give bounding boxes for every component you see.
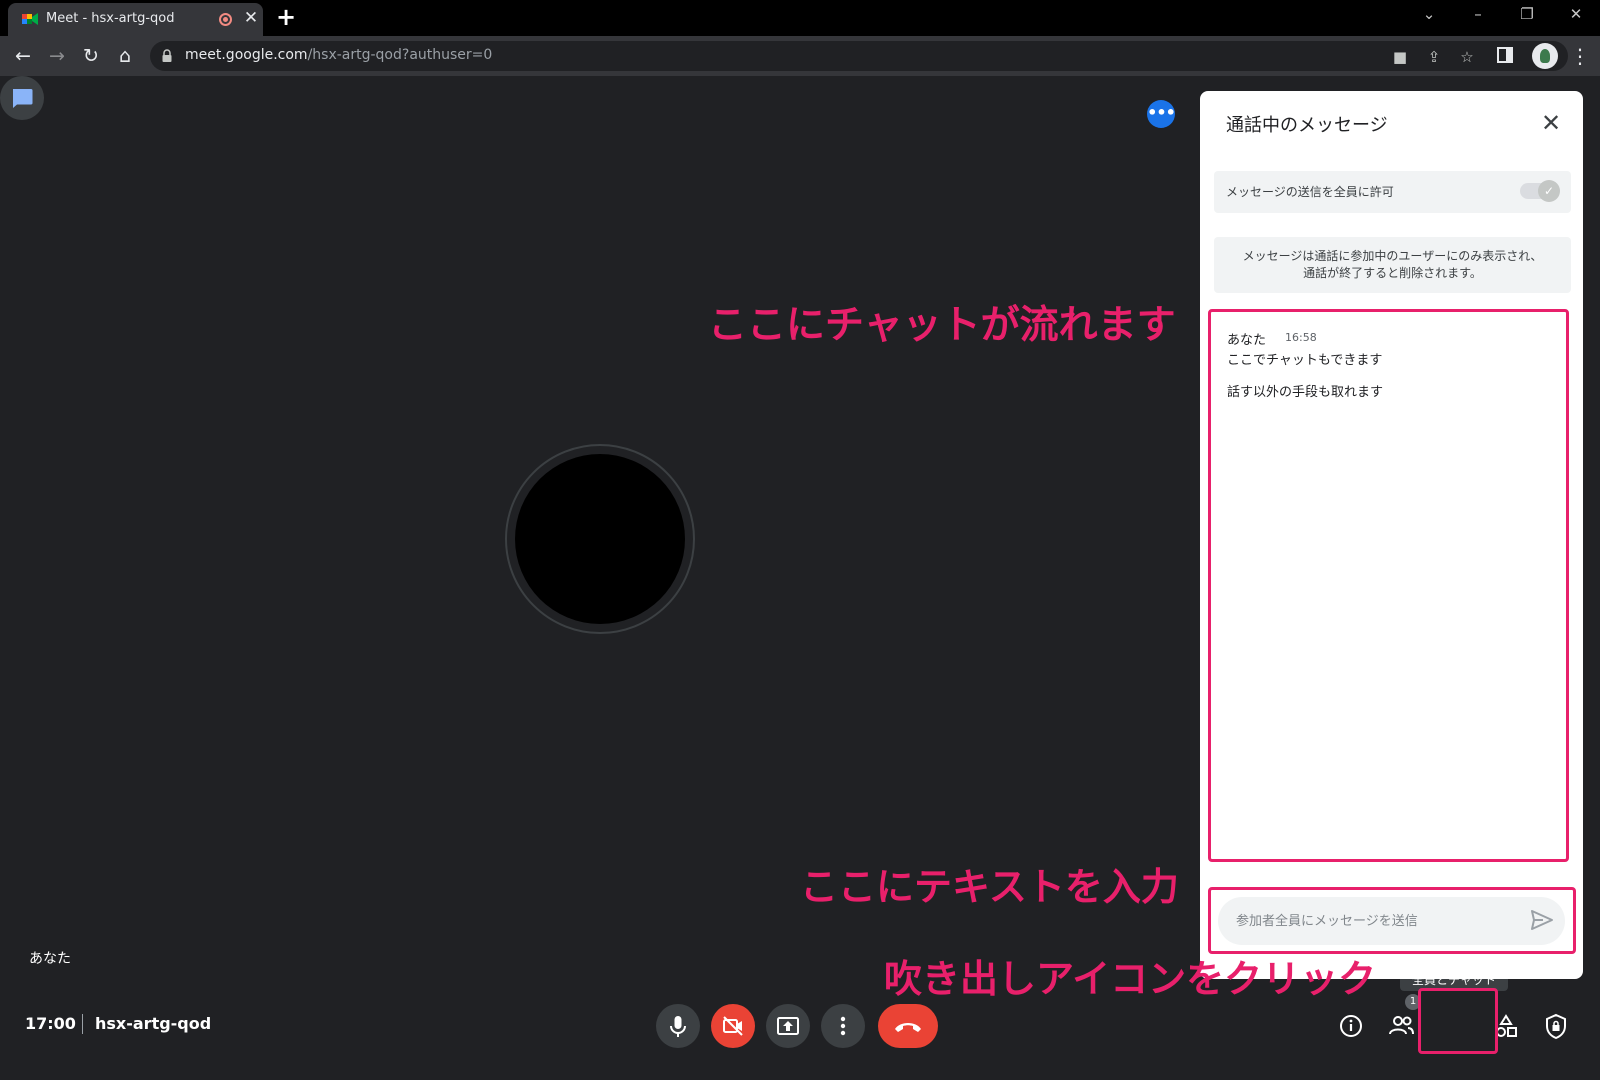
browser-tab[interactable]: Meet - hsx-artg-qod ✕ (8, 3, 263, 36)
meeting-details-button[interactable] (1331, 1006, 1371, 1046)
allow-messages-toggle[interactable]: ✓ (1520, 180, 1560, 202)
browser-tab-bar: Meet - hsx-artg-qod ✕ + ⌄ – ❐ ✕ (0, 0, 1600, 36)
send-icon[interactable] (1529, 908, 1555, 932)
allow-messages-label: メッセージの送信を全員に許可 (1226, 185, 1394, 199)
message-list[interactable]: あなた 16:58 ここでチャットもできます 話す以外の手段も取れます (1208, 309, 1569, 862)
message-input[interactable] (1218, 897, 1565, 945)
recording-icon (219, 13, 232, 26)
self-name-label: あなた (29, 951, 71, 967)
more-vert-icon (840, 1016, 846, 1036)
message-text: 話す以外の手段も取れます (1227, 385, 1384, 400)
new-tab-plus-icon[interactable]: + (276, 3, 296, 31)
microphone-button[interactable] (656, 1004, 700, 1048)
present-screen-icon (777, 1017, 799, 1035)
annotation-chat-flows: ここにチャットが流れます (708, 303, 1176, 348)
forward-icon[interactable]: → (43, 42, 71, 70)
camera-in-use-icon[interactable]: ■ (1389, 46, 1411, 68)
message-time: 16:58 (1285, 331, 1317, 344)
camera-off-button[interactable] (711, 1004, 755, 1048)
url-host: meet.google.com (185, 47, 308, 63)
window-minimize-icon[interactable]: – (1463, 5, 1493, 23)
meeting-time: 17:00 (25, 1014, 76, 1033)
people-icon (1389, 1016, 1414, 1035)
chat-panel: 通話中のメッセージ ✕ メッセージの送信を全員に許可 ✓ メッセージは通話に参加… (1200, 91, 1583, 979)
more-options-dots-icon[interactable]: ••• (1147, 100, 1176, 128)
shield-lock-icon (1546, 1013, 1566, 1040)
hang-up-phone-icon (895, 1023, 921, 1032)
chat-bubble-icon (13, 89, 33, 108)
tab-search-chevron-icon[interactable]: ⌄ (1414, 5, 1444, 23)
present-screen-button[interactable] (766, 1004, 810, 1048)
more-options-button[interactable] (821, 1004, 865, 1048)
meeting-info-divider (82, 1014, 83, 1034)
window-restore-icon[interactable]: ❐ (1512, 5, 1542, 23)
allow-messages-row: メッセージの送信を全員に許可 ✓ (1214, 171, 1571, 213)
reload-icon[interactable]: ↻ (77, 42, 105, 70)
message-sender: あなた (1227, 333, 1267, 348)
profile-avatar-icon[interactable] (1532, 43, 1558, 69)
home-icon[interactable]: ⌂ (111, 42, 139, 70)
browser-toolbar: ← → ↻ ⌂ meet.google.com/hsx-artg-qod?aut… (0, 36, 1600, 76)
lock-icon (162, 49, 172, 62)
message-text: ここでチャットもできます (1227, 353, 1383, 368)
info-icon (1340, 1015, 1362, 1037)
bookmark-star-icon[interactable]: ☆ (1456, 46, 1478, 68)
host-controls-button[interactable] (1536, 1006, 1576, 1046)
message-input-area (1208, 887, 1576, 954)
share-icon[interactable]: ⇪ (1423, 46, 1445, 68)
annotation-enter-text: ここにテキストを入力 (800, 865, 1179, 909)
leave-call-button[interactable] (878, 1004, 938, 1048)
annotation-click-chat-icon: 吹き出しアイコンをクリック (884, 957, 1377, 1001)
address-bar[interactable]: meet.google.com/hsx-artg-qod?authuser=0 … (150, 41, 1568, 71)
toggle-check-icon: ✓ (1538, 180, 1560, 202)
participant-avatar (515, 454, 685, 624)
side-panel-icon[interactable] (1497, 47, 1513, 63)
participant-tile (505, 444, 695, 634)
meet-favicon-icon (22, 13, 38, 25)
chat-with-everyone-button[interactable] (0, 76, 44, 120)
chat-notice-line: 通話が終了すると削除されます。 (1303, 266, 1482, 280)
chat-notice-line: メッセージは通話に参加中のユーザーにのみ表示され、 (1242, 249, 1543, 263)
microphone-icon (670, 1016, 686, 1037)
back-icon[interactable]: ← (9, 42, 37, 70)
browser-menu-kebab-icon[interactable]: ⋮ (1568, 42, 1592, 70)
tab-title: Meet - hsx-artg-qod (46, 11, 175, 26)
url-path: /hsx-artg-qod?authuser=0 (307, 47, 493, 63)
meet-stage: ••• あなた 17:00 hsx-artg-qod 1 全員とチャット 通話中… (0, 76, 1600, 1080)
chat-notice: メッセージは通話に参加中のユーザーにのみ表示され、 通話が終了すると削除されます… (1214, 237, 1571, 293)
show-everyone-button[interactable] (1381, 1006, 1421, 1046)
close-icon[interactable]: ✕ (1536, 109, 1566, 137)
chat-button-highlight (1418, 988, 1498, 1054)
url-text[interactable]: meet.google.com/hsx-artg-qod?authuser=0 (185, 47, 492, 63)
window-close-icon[interactable]: ✕ (1561, 5, 1591, 23)
tab-close-icon[interactable]: ✕ (242, 8, 260, 28)
chat-panel-title: 通話中のメッセージ (1226, 115, 1388, 136)
meeting-code: hsx-artg-qod (95, 1014, 212, 1033)
camera-off-icon (723, 1016, 743, 1036)
